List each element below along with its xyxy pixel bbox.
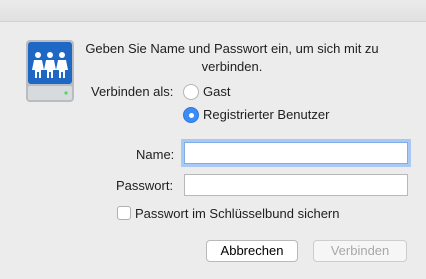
radio-guest-label: Gast [203, 84, 231, 99]
radio-guest-button[interactable] [183, 84, 199, 100]
radio-registered-user-label: Registrierter Benutzer [203, 107, 330, 122]
connect-as-label: Verbinden als: [91, 84, 174, 99]
password-field[interactable] [184, 174, 408, 196]
keychain-label: Passwort im Schlüsselbund sichern [135, 206, 340, 221]
window-titlebar [0, 0, 426, 22]
radio-registered-user-button[interactable] [183, 107, 199, 123]
connect-button[interactable]: Verbinden [313, 240, 407, 262]
name-label: Name: [136, 147, 175, 162]
name-field[interactable] [184, 142, 408, 164]
keychain-checkbox[interactable] [117, 206, 131, 220]
network-server-icon [26, 40, 74, 102]
password-label: Passwort: [116, 178, 174, 193]
dialog-message: Geben Sie Name und Passwort ein, um sich… [85, 41, 379, 74]
cancel-button[interactable]: Abbrechen [206, 240, 298, 262]
